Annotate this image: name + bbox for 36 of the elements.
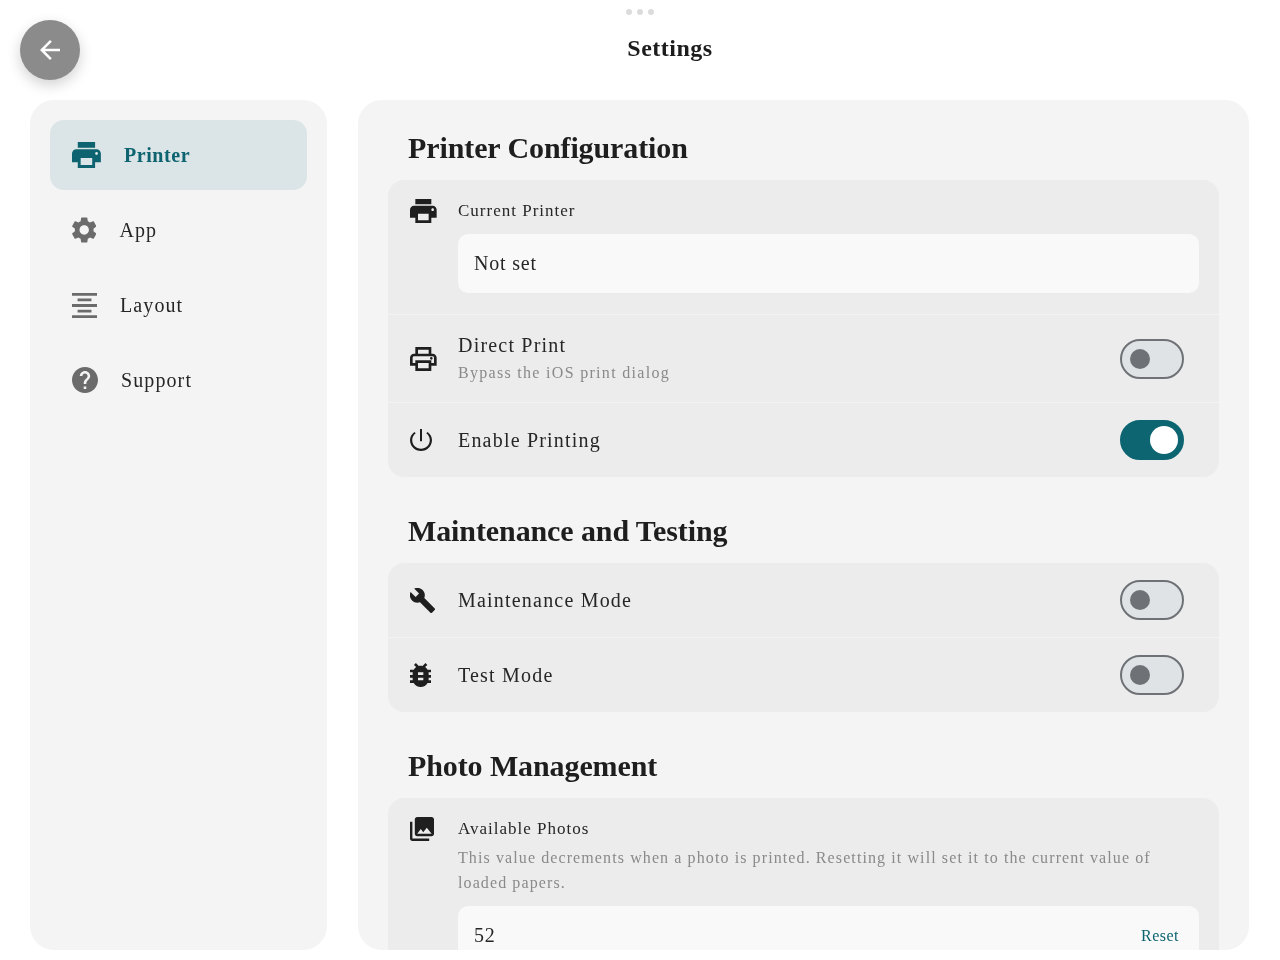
photos-icon: [410, 817, 434, 841]
sidebar-item[interactable]: Printer: [50, 120, 307, 190]
section-heading: Maintenance and Testing: [408, 513, 729, 549]
setting-label: Available Photos: [458, 818, 591, 840]
arrow-left-icon: [40, 40, 60, 60]
setting-label: Test Mode: [458, 663, 555, 688]
sidebar-item[interactable]: Support: [50, 345, 307, 415]
setting-description: Bypass the iOS print dialog: [458, 363, 671, 384]
back-button[interactable]: [20, 20, 80, 80]
dots-icon: [626, 9, 654, 15]
sidebar-item[interactable]: Layout: [50, 270, 307, 340]
toggle-switch[interactable]: [1120, 580, 1184, 620]
setting-label: Enable Printing: [458, 428, 602, 453]
setting-description: This value decrements when a photo is printed. Resetting it will set it to the current value of loaded papers.: [458, 848, 1152, 894]
printer-outline-icon: [410, 346, 437, 371]
section-heading: Printer Configuration: [408, 130, 689, 166]
help-icon: [72, 367, 98, 393]
text-field[interactable]: Not set: [458, 234, 1199, 293]
printer-icon: [72, 142, 101, 168]
printer-icon: [410, 199, 437, 223]
setting-label: Maintenance Mode: [458, 588, 634, 613]
sidebar-item[interactable]: App: [50, 195, 307, 265]
gear-icon: [72, 217, 97, 243]
section-heading: Photo Management: [408, 748, 659, 784]
reset-button[interactable]: Reset: [1140, 926, 1179, 945]
count-field[interactable]: 52 Reset: [458, 906, 1199, 950]
page-title: Settings: [626, 34, 714, 63]
setting-label: Current Printer: [458, 200, 577, 222]
toggle-switch[interactable]: [1120, 655, 1184, 695]
text-lines-icon: [72, 292, 97, 318]
toggle-switch[interactable]: [1120, 338, 1184, 379]
toggle-switch[interactable]: [1120, 420, 1184, 460]
wrench-icon: [410, 587, 436, 613]
bug-icon: [410, 663, 432, 687]
setting-label: Direct Print: [458, 333, 568, 358]
power-icon: [410, 429, 432, 451]
